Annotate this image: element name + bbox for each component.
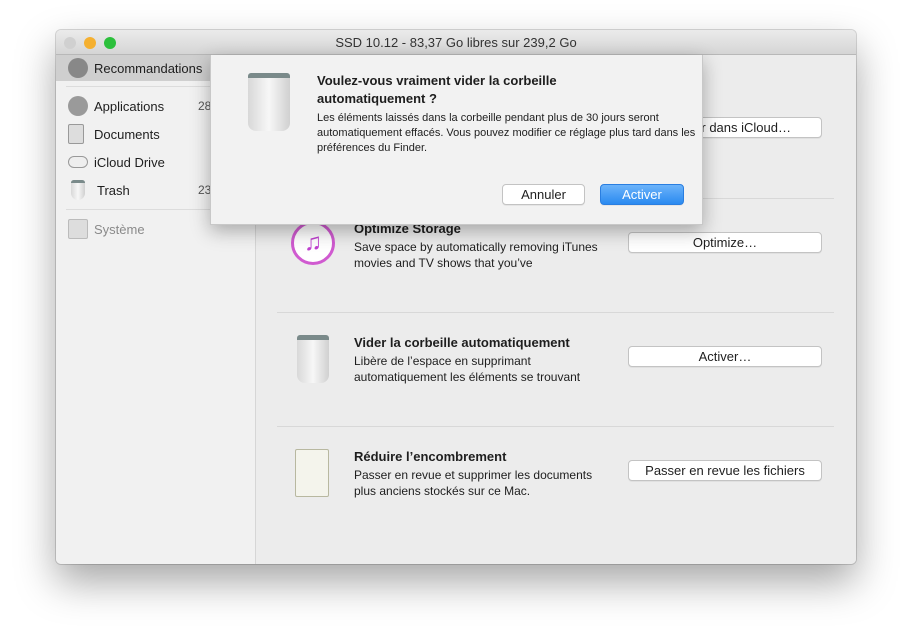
sidebar-item-label: Applications bbox=[94, 98, 165, 114]
reduce-clutter-row: Réduire l’encombrement Passer en revue e… bbox=[277, 426, 834, 540]
activate-button[interactable]: Activer… bbox=[628, 346, 822, 367]
review-files-button[interactable]: Passer en revue les fichiers bbox=[628, 460, 822, 481]
dialog-title: Voulez-vous vraiment vider la corbeille … bbox=[317, 73, 557, 106]
row-description: Passer en revue et supprimer les documen… bbox=[354, 468, 593, 498]
row-title: Réduire l’encombrement bbox=[354, 449, 507, 464]
trash-icon bbox=[297, 335, 329, 383]
confirm-dialog: Voulez-vous vraiment vider la corbeille … bbox=[210, 55, 703, 225]
sidebar-item-label: Trash bbox=[97, 182, 130, 198]
row-description: Libère de l’espace en supprimant automat… bbox=[354, 354, 581, 384]
documents-icon bbox=[68, 124, 84, 144]
activate-confirm-button[interactable]: Activer bbox=[600, 184, 684, 205]
zoom-button[interactable] bbox=[104, 37, 116, 49]
sidebar-item-label: Documents bbox=[94, 126, 160, 142]
row-description: Save space by automatically removing iTu… bbox=[354, 240, 598, 270]
cancel-button[interactable]: Annuler bbox=[502, 184, 585, 205]
window-title: SSD 10.12 - 83,37 Go libres sur 239,2 Go bbox=[335, 35, 577, 50]
minimize-button[interactable] bbox=[84, 37, 96, 49]
trash-icon bbox=[248, 73, 290, 131]
sidebar-item-label: Système bbox=[94, 221, 145, 237]
itunes-icon: ♫ bbox=[291, 221, 335, 265]
sidebar-item-label: iCloud Drive bbox=[94, 154, 165, 170]
document-icon bbox=[295, 449, 329, 497]
title-bar: SSD 10.12 - 83,37 Go libres sur 239,2 Go bbox=[56, 30, 856, 55]
cloud-icon bbox=[68, 156, 88, 168]
row-title: Vider la corbeille automatiquement bbox=[354, 335, 570, 350]
sidebar-item-label: Recommandations bbox=[94, 60, 203, 76]
optimize-button[interactable]: Optimize… bbox=[628, 232, 822, 253]
close-button[interactable] bbox=[64, 37, 76, 49]
app-store-icon bbox=[68, 96, 88, 116]
empty-trash-row: Vider la corbeille automatiquement Libèr… bbox=[277, 312, 834, 426]
lightbulb-icon bbox=[68, 58, 88, 78]
disk-icon bbox=[68, 219, 88, 239]
trash-icon bbox=[71, 180, 85, 200]
dialog-message: Les éléments laissés dans la corbeille p… bbox=[317, 112, 696, 154]
